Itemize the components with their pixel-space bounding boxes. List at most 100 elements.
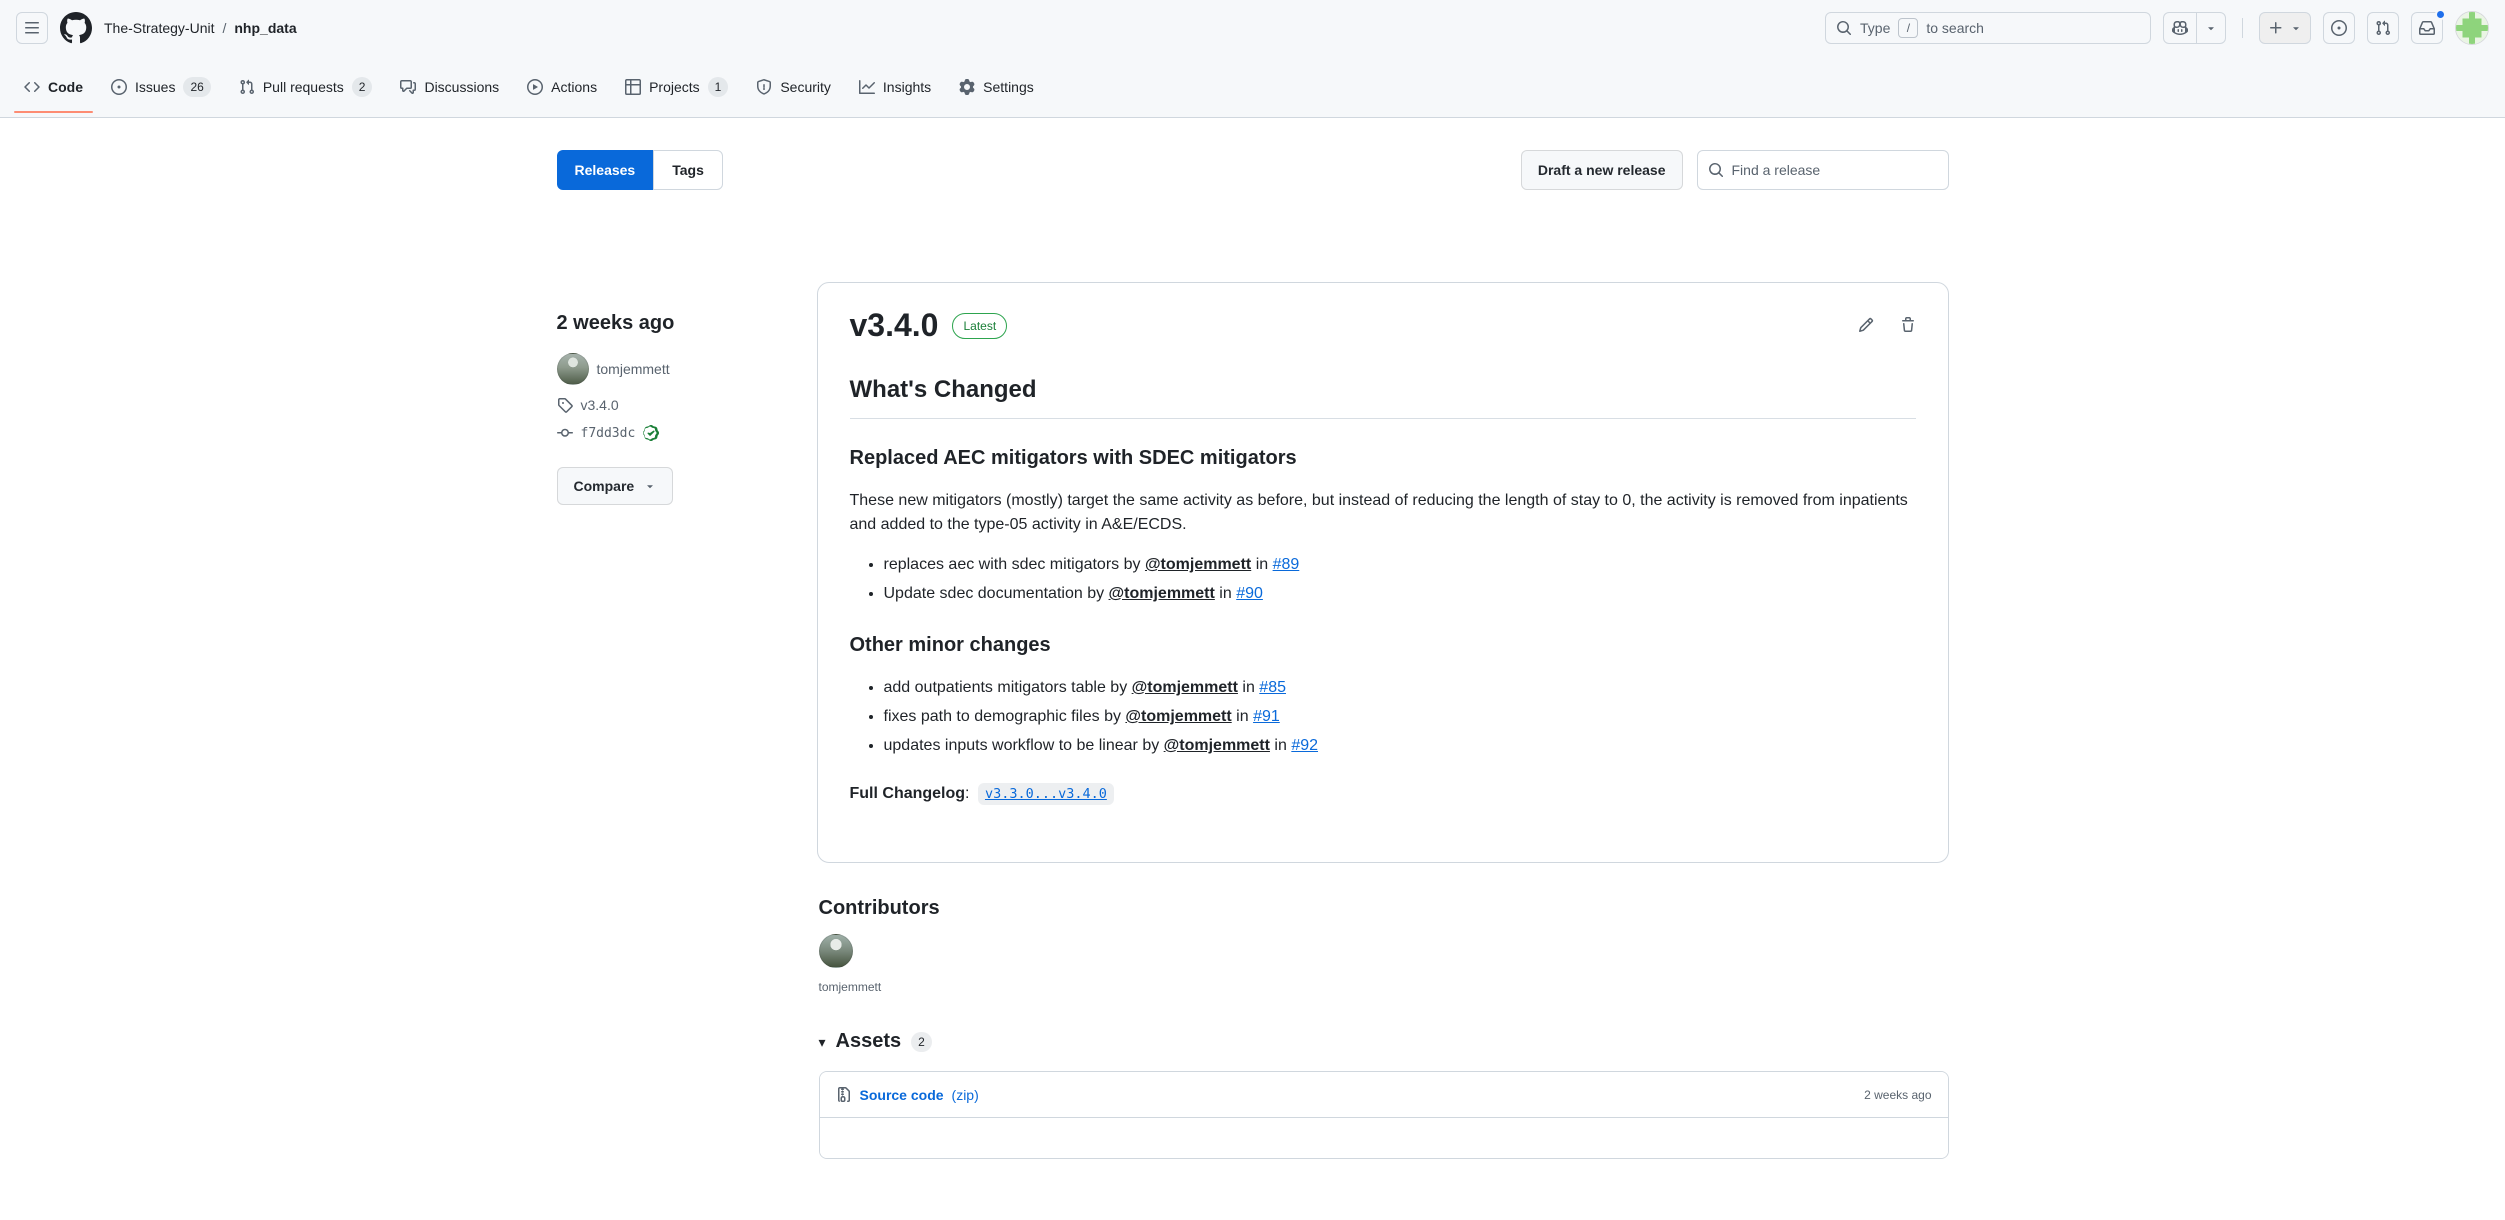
release-date: 2 weeks ago (557, 312, 817, 335)
asset-date: 2 weeks ago (1864, 1088, 1931, 1102)
contributor-avatar[interactable] (819, 934, 853, 968)
assets-disclosure-toggle[interactable]: ▾ Assets 2 (819, 1030, 1949, 1053)
change-text: in (1274, 737, 1286, 754)
pull-requests-header-button[interactable] (2367, 12, 2399, 44)
hamburger-menu-button[interactable] (16, 12, 48, 44)
change-item: add outpatients mitigators table by @tom… (884, 676, 1916, 700)
tab-label: Pull requests (263, 79, 344, 95)
mention-link[interactable]: @tomjemmett (1164, 737, 1270, 754)
triangle-down-icon (2205, 22, 2217, 34)
copilot-button-group (2163, 12, 2226, 44)
pr-link[interactable]: #85 (1259, 679, 1286, 696)
tab-security[interactable]: Security (746, 56, 841, 117)
git-commit-icon (557, 425, 573, 441)
issue-opened-icon (111, 79, 127, 95)
pr-link[interactable]: #90 (1236, 585, 1263, 602)
pr-link[interactable]: #91 (1253, 708, 1280, 725)
delete-release-button[interactable] (1900, 317, 1916, 333)
change-item: Update sdec documentation by @tomjemmett… (884, 582, 1916, 606)
file-zip-icon (836, 1087, 852, 1103)
change-text: in (1256, 556, 1268, 573)
issues-counter: 26 (183, 77, 210, 97)
github-mark-icon[interactable] (60, 12, 92, 44)
compare-dropdown-button[interactable]: Compare (557, 467, 674, 505)
triangle-down-icon (2290, 22, 2302, 34)
author-avatar[interactable] (557, 353, 589, 385)
tab-insights[interactable]: Insights (849, 56, 941, 117)
shield-icon (756, 79, 772, 95)
mention-link[interactable]: @tomjemmett (1132, 679, 1238, 696)
mention-link[interactable]: @tomjemmett (1109, 585, 1215, 602)
pencil-icon (1858, 317, 1874, 333)
tab-pull-requests[interactable]: Pull requests 2 (229, 56, 383, 117)
slash-key-hint: / (1898, 18, 1918, 38)
change-text: fixes path to demographic files by (884, 708, 1121, 725)
global-search-input[interactable]: Type / to search (1825, 12, 2151, 44)
change-item: fixes path to demographic files by @tomj… (884, 705, 1916, 729)
app-header: The-Strategy-Unit / nhp_data Type / to s… (0, 0, 2505, 118)
contributors-section: Contributors tomjemmett (817, 897, 1949, 994)
tab-label: Discussions (424, 79, 499, 95)
breadcrumb: The-Strategy-Unit / nhp_data (104, 20, 297, 36)
author-login-link[interactable]: tomjemmett (597, 361, 670, 377)
header-top-row: The-Strategy-Unit / nhp_data Type / to s… (0, 0, 2505, 56)
tab-label: Issues (135, 79, 175, 95)
breadcrumb-repo-link[interactable]: nhp_data (234, 20, 296, 36)
colon: : (965, 785, 969, 802)
tab-label: Settings (983, 79, 1034, 95)
source-code-zip-link[interactable]: Source code (860, 1087, 944, 1103)
source-code-zip-suffix[interactable]: (zip) (952, 1087, 979, 1103)
edit-release-button[interactable] (1858, 317, 1874, 333)
copilot-icon (2172, 20, 2188, 36)
breadcrumb-org-link[interactable]: The-Strategy-Unit (104, 20, 214, 36)
mention-link[interactable]: @tomjemmett (1145, 556, 1251, 573)
notifications-inbox-button[interactable] (2411, 12, 2443, 44)
assets-counter: 2 (911, 1032, 932, 1052)
tab-actions[interactable]: Actions (517, 56, 607, 117)
change-item: updates inputs workflow to be linear by … (884, 734, 1916, 758)
copilot-dropdown-button[interactable] (2196, 13, 2225, 43)
play-icon (527, 79, 543, 95)
full-changelog-link[interactable]: v3.3.0...v3.4.0 (978, 783, 1114, 805)
tab-label: Security (780, 79, 831, 95)
tags-toggle-button[interactable]: Tags (653, 150, 723, 190)
draft-new-release-button[interactable]: Draft a new release (1521, 150, 1683, 190)
compare-label: Compare (574, 478, 635, 494)
tab-projects[interactable]: Projects 1 (615, 56, 738, 117)
release-commit-row: f7dd3dc (557, 425, 817, 441)
tab-label: Projects (649, 79, 700, 95)
tab-settings[interactable]: Settings (949, 56, 1044, 117)
release-sidebar: 2 weeks ago tomjemmett v3.4.0 f7dd3dc (557, 282, 817, 1159)
mention-link[interactable]: @tomjemmett (1125, 708, 1231, 725)
release-card: v3.4.0 Latest (817, 282, 1949, 863)
search-icon (1836, 20, 1852, 36)
issues-header-button[interactable] (2323, 12, 2355, 44)
asset-row-cutoff (820, 1118, 1948, 1158)
releases-tags-toggle: Releases Tags (557, 150, 723, 190)
pr-link[interactable]: #89 (1273, 556, 1300, 573)
table-icon (625, 79, 641, 95)
tag-icon (557, 397, 573, 413)
verified-check-icon[interactable] (643, 425, 659, 441)
tab-discussions[interactable]: Discussions (390, 56, 509, 117)
change-text: updates inputs workflow to be linear by (884, 737, 1160, 754)
code-icon (24, 79, 40, 95)
git-pull-request-icon (239, 79, 255, 95)
releases-toggle-button[interactable]: Releases (557, 150, 654, 190)
release-main-column: v3.4.0 Latest (817, 282, 1949, 1159)
tab-code[interactable]: Code (14, 56, 93, 117)
copilot-button[interactable] (2164, 13, 2196, 43)
change-list: add outpatients mitigators table by @tom… (850, 676, 1916, 758)
create-new-button[interactable] (2259, 12, 2311, 44)
user-avatar[interactable] (2455, 11, 2489, 45)
tab-issues[interactable]: Issues 26 (101, 56, 221, 117)
find-release-input[interactable] (1732, 162, 1938, 178)
triangle-down-icon: ▾ (819, 1035, 826, 1049)
repo-tab-nav: Code Issues 26 Pull requests 2 Discussio… (0, 56, 2505, 117)
change-text: add outpatients mitigators table by (884, 679, 1128, 696)
header-divider (2242, 18, 2243, 38)
pr-link[interactable]: #92 (1291, 737, 1318, 754)
commit-sha-link[interactable]: f7dd3dc (581, 426, 636, 441)
contributors-heading: Contributors (819, 897, 1949, 920)
full-changelog-label: Full Changelog (850, 785, 966, 802)
